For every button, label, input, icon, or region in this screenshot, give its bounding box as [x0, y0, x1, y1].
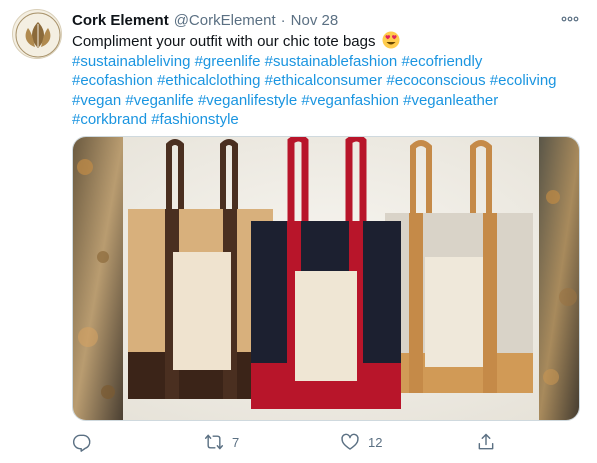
heart-eyes-emoji-icon	[382, 31, 400, 49]
hashtag[interactable]: #vegan	[72, 92, 121, 109]
separator-dot: ·	[280, 11, 286, 29]
tweet-body: Compliment your outfit with our chic tot…	[72, 33, 376, 50]
tweet-actions: 7 12	[72, 430, 512, 454]
hashtags: #sustainableliving #greenlife #sustainab…	[72, 53, 557, 129]
hashtag[interactable]: #ecoconscious	[386, 72, 485, 89]
hashtag[interactable]: #greenlife	[195, 53, 261, 70]
avatar[interactable]	[12, 9, 62, 59]
hashtag[interactable]: #ecofriendly	[401, 53, 482, 70]
hashtag[interactable]: #ecofashion	[72, 72, 153, 89]
hashtag[interactable]: #ethicalclothing	[157, 72, 260, 89]
share-icon	[478, 433, 494, 450]
author-handle[interactable]: @CorkElement	[174, 12, 276, 29]
hashtag[interactable]: #fashionstyle	[151, 111, 239, 128]
tweet-header: Cork Element @CorkElement · Nov 28	[72, 9, 338, 31]
tweet-media-photo[interactable]	[72, 136, 580, 421]
like-button[interactable]: 12	[340, 430, 382, 454]
cork-element-logo-icon	[15, 12, 61, 58]
tweet-text: Compliment your outfit with our chic tot…	[72, 31, 587, 130]
hashtag[interactable]: #sustainableliving	[72, 53, 190, 70]
retweet-button[interactable]: 7	[204, 430, 239, 454]
share-button[interactable]	[476, 430, 504, 454]
like-count: 12	[368, 434, 383, 450]
retweet-count: 7	[232, 434, 240, 450]
author-name[interactable]: Cork Element	[72, 12, 169, 29]
cork-tote-bags-image	[73, 137, 579, 420]
hashtag[interactable]: #veganlifestyle	[198, 92, 297, 109]
hashtag[interactable]: #sustainablefashion	[265, 53, 398, 70]
hashtag[interactable]: #ethicalconsumer	[265, 72, 383, 89]
hashtag[interactable]: #veganlife	[125, 92, 193, 109]
reply-icon	[72, 434, 91, 452]
hashtag[interactable]: #corkbrand	[72, 111, 147, 128]
reply-button[interactable]	[72, 430, 100, 454]
more-options-icon[interactable]	[559, 11, 581, 27]
retweet-icon	[204, 434, 224, 450]
hashtag[interactable]: #veganleather	[403, 92, 498, 109]
hashtag[interactable]: #ecoliving	[490, 72, 557, 89]
hashtag[interactable]: #veganfashion	[301, 92, 399, 109]
tweet-date[interactable]: Nov 28	[291, 12, 339, 29]
heart-icon	[341, 433, 359, 450]
